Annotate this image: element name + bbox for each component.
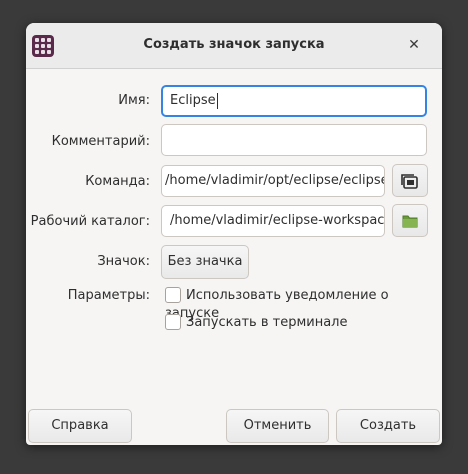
comment-label: Комментарий: [51,134,150,149]
workdir-browse-button[interactable] [392,204,428,237]
workdir-input[interactable]: /home/vladimir/eclipse-workspace [161,205,385,237]
terminal-option-label: Запускать в терминале [186,315,348,330]
launcher-dialog: Создать значок запуска ✕ Имя: Eclipse Ко… [26,23,442,445]
copy-browse-icon [401,174,418,189]
cancel-button[interactable]: Отменить [226,409,329,443]
terminal-option[interactable]: Запускать в терминале [165,313,348,332]
notify-option[interactable]: Использовать уведомление о запуске [165,286,442,321]
help-button[interactable]: Справка [28,409,132,443]
command-input[interactable]: /home/vladimir/opt/eclipse/eclipse [161,165,385,197]
terminal-checkbox[interactable] [165,313,181,330]
notify-checkbox[interactable] [165,286,181,303]
options-label: Параметры: [67,288,150,303]
title-bar: Создать значок запуска ✕ [26,23,442,69]
folder-icon [402,215,418,228]
close-icon[interactable]: ✕ [404,35,424,55]
name-input[interactable]: Eclipse [161,85,427,117]
name-input-value: Eclipse [170,93,216,108]
comment-input[interactable] [161,124,427,156]
icon-label: Значок: [97,254,150,269]
text-caret [216,92,218,109]
no-icon-button[interactable]: Без значка [161,245,249,279]
command-input-value: /home/vladimir/opt/eclipse/eclipse [165,173,385,188]
command-label: Команда: [85,174,150,189]
workdir-label: Рабочий каталог: [30,214,150,229]
window-title: Создать значок запуска [143,37,325,52]
command-browse-button[interactable] [392,164,428,197]
name-label: Имя: [118,93,150,108]
create-button[interactable]: Создать [336,409,440,443]
